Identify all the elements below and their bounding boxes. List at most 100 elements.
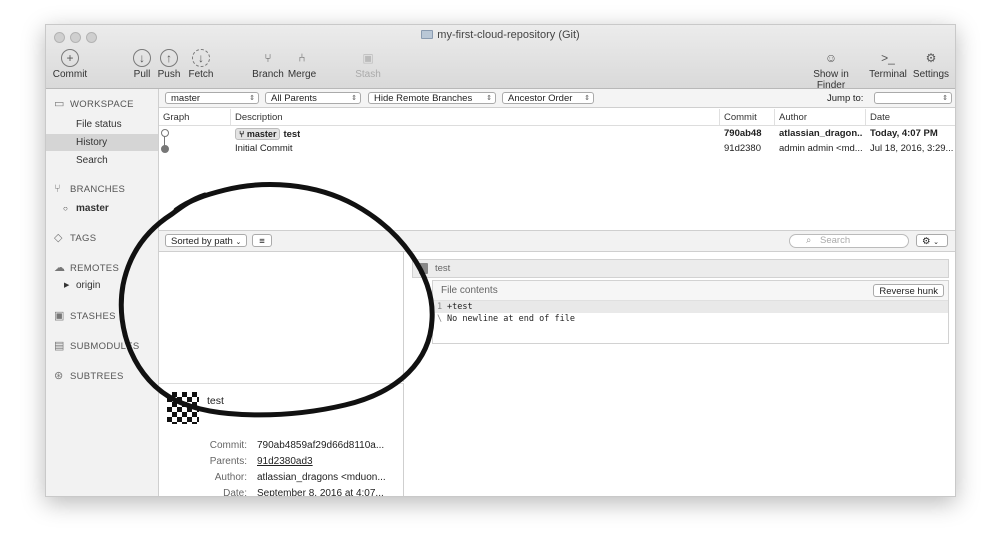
stash-icon: ▣ [54,310,65,322]
commit-date: Jul 18, 2016, 3:29... [870,143,954,154]
sidebar-item-history[interactable]: History [46,134,158,151]
branch-icon: ⑂ [54,183,61,195]
chevron-updown-icon: ⇕ [486,95,492,102]
action-menu-button[interactable]: ⚙ ⌄ [916,234,948,247]
column-divider[interactable] [865,109,866,125]
sidebar-item-search[interactable]: Search [46,152,158,169]
column-date[interactable]: Date [870,112,890,123]
show-in-finder-button[interactable]: ☺ Show in Finder [798,49,864,91]
push-button[interactable]: ↑ Push [154,49,184,80]
finder-icon: ☺ [824,51,838,65]
diff-file-header: test [412,259,949,278]
column-divider[interactable] [230,109,231,125]
column-commit[interactable]: Commit [724,112,757,123]
sidebar-section-subtrees[interactable]: ⊛ SUBTREES [54,369,124,382]
sidebar-section-workspace[interactable]: ▭ WORKSPACE [54,97,134,110]
commit-author: atlassian_dragon... [779,128,863,139]
column-divider[interactable] [719,109,720,125]
search-icon: ⌕ [806,235,812,246]
merge-icon: ⑃ [298,51,306,65]
branch-tag: ⑂ master [235,128,281,140]
remote-branches-filter-select[interactable]: Hide Remote Branches ⇕ [368,92,496,104]
parents-label: Parents: [209,456,247,467]
chevron-updown-icon: ⇕ [249,95,255,102]
sidebar-section-submodules[interactable]: ▤ SUBMODULES [54,339,140,352]
commit-hash: 790ab48 [724,128,762,139]
stash-button[interactable]: ▣ Stash [351,49,385,80]
reverse-hunk-button[interactable]: Reverse hunk [873,284,944,297]
jump-to-label: Jump to: [827,93,864,104]
chevron-updown-icon: ⇕ [351,95,357,102]
commit-author: admin admin <md... [779,143,863,154]
chevron-down-icon: ⌄ [933,239,940,246]
hunk-header: File contents Reverse hunk [433,281,948,301]
chevron-updown-icon: ⇕ [942,95,948,102]
sidebar-section-tags[interactable]: ◇ TAGS [54,231,96,244]
diff-line-added: 1 +test [433,301,948,313]
column-graph[interactable]: Graph [163,112,189,123]
sidebar-section-branches[interactable]: ⑂ BRANCHES [54,183,125,195]
disclosure-triangle-icon[interactable]: ▶ [64,277,69,294]
order-filter-select[interactable]: Ancestor Order ⇕ [502,92,594,104]
merge-button[interactable]: ⑃ Merge [286,49,318,80]
commit-description: Initial Commit [235,143,293,154]
sidebar-item-file-status[interactable]: File status [46,116,158,133]
toolbar: my-first-cloud-repository (Git) + Commit… [46,25,955,91]
column-divider[interactable] [774,109,775,125]
diff-line-note: \ No newline at end of file [437,314,575,324]
jump-to-select[interactable]: ⇕ [874,92,952,104]
commit-message: test [207,395,224,407]
parent-commit-link[interactable]: 91d2380ad3 [257,456,313,467]
commit-date: Today, 4:07 PM [870,128,938,139]
column-author[interactable]: Author [779,112,807,123]
commit-hash: 91d2380 [724,143,761,154]
commit-button[interactable]: + Commit [52,49,88,80]
sidebar-item-origin[interactable]: ▶ origin [46,277,158,294]
fetch-icon: ↓ [192,49,210,67]
file-icon [419,263,428,274]
gear-icon: ⚙ [922,236,931,247]
sidebar-section-remotes[interactable]: ☁ REMOTES [54,261,119,274]
submodule-icon: ▤ [54,340,65,352]
parents-filter-select[interactable]: All Parents ⇕ [265,92,361,104]
commit-hash-full: 790ab4859af29d66d8110a... [257,440,385,451]
author-avatar [167,392,199,424]
table-row[interactable]: ⑂ master test 790ab48 atlassian_dragon...… [159,126,955,141]
commit-details-panel: test Commit: 790ab4859af29d66d8110a... P… [159,383,404,497]
branch-filter-select[interactable]: master ⇕ [165,92,259,104]
changed-files-list[interactable] [159,252,404,382]
commit-graph-node [161,145,169,153]
arrow-down-icon: ↓ [133,49,151,67]
diff-viewer: test File contents Reverse hunk 1 +test \… [404,252,955,496]
sidebar: ▭ WORKSPACE File status History Search ⑂ B… [46,89,159,496]
search-input[interactable]: ⌕ Search [789,234,909,248]
commit-description: test [283,129,301,140]
list-icon: ≡ [259,236,265,247]
commit-date-full: September 8, 2016 at 4:07... [257,488,384,497]
folder-icon [421,30,434,39]
sidebar-item-master[interactable]: ○ master [46,200,158,217]
monitor-icon: ▭ [54,98,65,110]
date-label: Date: [223,488,247,497]
stash-icon: ▣ [362,51,374,65]
fetch-button[interactable]: ↓ Fetch [185,49,217,80]
subtree-icon: ⊛ [54,370,64,382]
branch-button[interactable]: ⑂ Branch [250,49,286,80]
window-title: my-first-cloud-repository (Git) [46,29,955,41]
author-label: Author: [214,472,247,483]
table-row[interactable]: Initial Commit 91d2380 admin admin <md..… [159,141,955,156]
tag-icon: ◇ [54,232,63,244]
arrow-up-icon: ↑ [160,49,178,67]
sort-by-select[interactable]: Sorted by path ⌄ [165,234,248,247]
sidebar-section-stashes[interactable]: ▣ STASHES [54,309,116,322]
terminal-button[interactable]: >_ Terminal [868,49,908,80]
terminal-icon: >_ [881,51,895,65]
view-mode-button[interactable]: ≡ [252,234,272,247]
branch-icon: ⑂ [239,129,245,139]
branch-icon: ⑂ [264,51,272,65]
changes-toolbar: Sorted by path ⌄ ≡ ⌕ Search ⚙ ⌄ [159,230,955,252]
column-description[interactable]: Description [235,112,283,123]
commit-label: Commit: [209,440,247,451]
diff-hunk: File contents Reverse hunk 1 +test \ No ne… [432,280,949,344]
settings-button[interactable]: ⚙ Settings [911,49,951,80]
